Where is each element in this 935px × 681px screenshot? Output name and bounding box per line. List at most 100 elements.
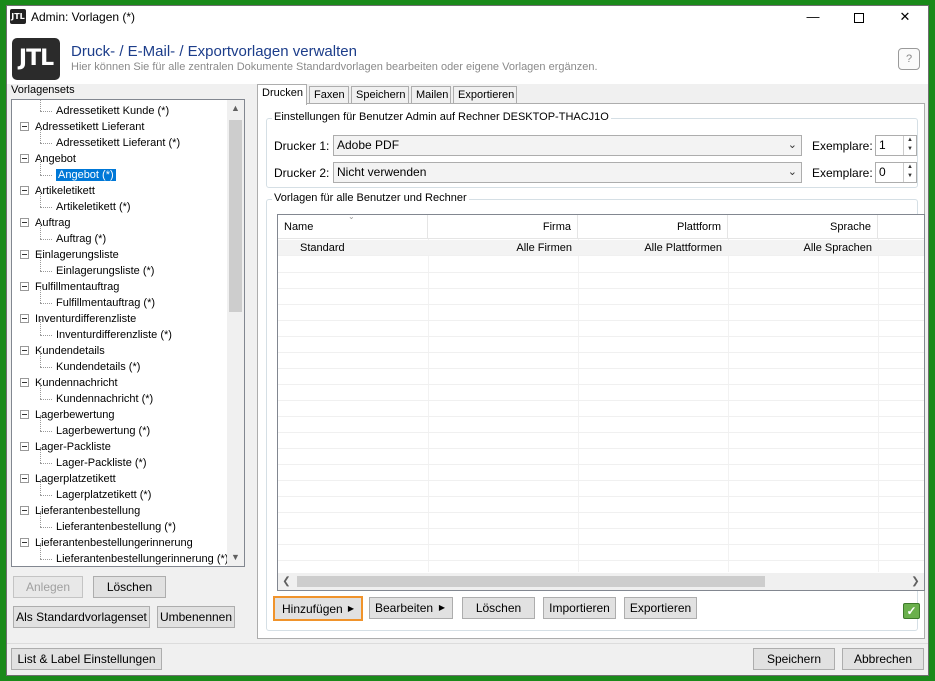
scroll-right-icon[interactable]: ❯	[907, 573, 924, 590]
tree-leaf[interactable]: Inventurdifferenzliste (*)	[40, 327, 172, 343]
tree-item-label: Lagerbewertung (*)	[56, 425, 151, 437]
tab-drucken[interactable]: Drucken	[257, 84, 307, 105]
add-template-button[interactable]: Hinzufügen ▶	[273, 596, 363, 621]
spin-arrows-icon[interactable]: ▲ ▼	[903, 136, 916, 155]
tree-leaf[interactable]: Lager-Packliste (*)	[40, 455, 146, 471]
printer2-select[interactable]: Nicht verwenden ⌄	[333, 162, 802, 183]
collapse-icon[interactable]	[20, 282, 29, 291]
printer-settings-group: Einstellungen für Benutzer Admin auf Rec…	[266, 111, 918, 188]
tree-item-label: Lieferantenbestellung	[35, 505, 141, 517]
tree-item-label: Artikeletikett	[35, 185, 95, 197]
scroll-thumb[interactable]	[229, 120, 242, 312]
tree-leaf[interactable]: Adressetikett Kunde (*)	[40, 103, 169, 119]
template-sets-tree[interactable]: Adressetikett Kunde (*) Adressetikett Lie…	[11, 99, 245, 567]
collapse-icon[interactable]	[20, 314, 29, 323]
tree-connector	[40, 142, 52, 144]
admin-window: JTL Admin: Vorlagen (*) — ✕ JTL Druck- /…	[6, 5, 929, 676]
tree-node[interactable]: Kundendetails	[20, 343, 105, 359]
tree-node[interactable]: Lieferantenbestellung	[20, 503, 140, 519]
tree-node[interactable]: Lagerbewertung	[20, 407, 115, 423]
edit-template-button[interactable]: Bearbeiten ▶	[369, 597, 453, 619]
tree-leaf[interactable]: Lieferantenbestellungerinnerung (*)	[40, 551, 227, 566]
tree-node[interactable]: Inventurdifferenzliste	[20, 311, 136, 327]
scroll-down-icon[interactable]: ▼	[227, 549, 244, 566]
tree-connector	[40, 430, 52, 432]
templates-table[interactable]: Name ⌄ Firma Plattform Sprache Standard …	[277, 214, 925, 591]
tree-leaf[interactable]: Lieferantenbestellung (*)	[40, 519, 176, 535]
collapse-icon[interactable]	[20, 506, 29, 515]
tree-node[interactable]: Fulfillmentauftrag	[20, 279, 119, 295]
rename-button[interactable]: Umbenennen	[157, 606, 235, 628]
templates-group-label: Vorlagen für alle Benutzer und Rechner	[272, 192, 469, 204]
close-button[interactable]: ✕	[882, 6, 928, 28]
tab-exportieren[interactable]: Exportieren	[453, 86, 517, 104]
printer2-label: Drucker 2:	[274, 166, 330, 180]
copies1-stepper[interactable]: 1 ▲ ▼	[875, 135, 917, 156]
tree-connector	[40, 319, 41, 335]
empty-row	[278, 497, 924, 513]
tree-node[interactable]: Artikeletikett	[20, 183, 95, 199]
tree-node[interactable]: Kundennachricht	[20, 375, 118, 391]
copies2-stepper[interactable]: 0 ▲ ▼	[875, 162, 917, 183]
anlegen-button[interactable]: Anlegen	[13, 576, 83, 598]
tree-leaf[interactable]: Angebot (*)	[40, 167, 116, 183]
collapse-icon[interactable]	[20, 474, 29, 483]
tree-node[interactable]: Auftrag	[20, 215, 70, 231]
column-header-sprache[interactable]: Sprache	[728, 215, 878, 239]
set-default-button[interactable]: Als Standardvorlagenset	[13, 606, 150, 628]
tree-connector	[40, 543, 41, 559]
tab-speichern[interactable]: Speichern	[351, 86, 409, 104]
minimize-button[interactable]: —	[790, 6, 836, 28]
tree-leaf[interactable]: Fulfillmentauftrag (*)	[40, 295, 155, 311]
tree-node[interactable]: Einlagerungsliste	[20, 247, 119, 263]
scroll-up-icon[interactable]: ▲	[227, 100, 244, 117]
scroll-left-icon[interactable]: ❮	[278, 573, 295, 590]
collapse-icon[interactable]	[20, 122, 29, 131]
tree-connector	[40, 415, 41, 431]
hscroll-thumb[interactable]	[297, 576, 765, 587]
export-button[interactable]: Exportieren	[624, 597, 697, 619]
tree-node[interactable]: Adressetikett Lieferant	[20, 119, 144, 135]
tab-mailen[interactable]: Mailen	[411, 86, 451, 104]
printer1-select[interactable]: Adobe PDF ⌄	[333, 135, 802, 156]
column-header-plattform[interactable]: Plattform	[578, 215, 728, 239]
collapse-icon[interactable]	[20, 250, 29, 259]
delete-template-button[interactable]: Löschen	[462, 597, 535, 619]
tree-leaf[interactable]: Lagerbewertung (*)	[40, 423, 150, 439]
cancel-button[interactable]: Abbrechen	[842, 648, 924, 670]
save-button[interactable]: Speichern	[753, 648, 835, 670]
table-hscrollbar[interactable]: ❮ ❯	[278, 573, 924, 590]
tree-leaf[interactable]: Adressetikett Lieferant (*)	[40, 135, 180, 151]
collapse-icon[interactable]	[20, 218, 29, 227]
collapse-icon[interactable]	[20, 154, 29, 163]
collapse-icon[interactable]	[20, 346, 29, 355]
help-icon[interactable]: ?	[898, 48, 920, 70]
delete-set-button[interactable]: Löschen	[93, 576, 166, 598]
tree-connector	[40, 479, 41, 495]
tree-scrollbar[interactable]: ▲ ▼	[227, 100, 244, 566]
tree-leaf[interactable]: Einlagerungsliste (*)	[40, 263, 154, 279]
tree-leaf[interactable]: Auftrag (*)	[40, 231, 106, 247]
maximize-button[interactable]	[836, 6, 882, 28]
tree-node[interactable]: Lagerplatzetikett	[20, 471, 116, 487]
maximize-icon	[854, 12, 864, 23]
import-button[interactable]: Importieren	[543, 597, 616, 619]
collapse-icon[interactable]	[20, 186, 29, 195]
table-row[interactable]: Standard Alle Firmen Alle Plattformen Al…	[278, 240, 924, 256]
tree-leaf[interactable]: Artikeletikett (*)	[40, 199, 131, 215]
tab-faxen[interactable]: Faxen	[309, 86, 349, 104]
collapse-icon[interactable]	[20, 410, 29, 419]
tree-leaf[interactable]: Kundendetails (*)	[40, 359, 140, 375]
column-header-firma[interactable]: Firma	[428, 215, 578, 239]
tree-node[interactable]: Lieferantenbestellungerinnerung	[20, 535, 193, 551]
collapse-icon[interactable]	[20, 442, 29, 451]
spin-arrows-icon[interactable]: ▲ ▼	[903, 163, 916, 182]
tree-node[interactable]: Lager-Packliste	[20, 439, 111, 455]
list-label-settings-button[interactable]: List & Label Einstellungen	[11, 648, 162, 670]
tree-node[interactable]: Angebot	[20, 151, 76, 167]
tree-item-label: Lagerplatzetikett (*)	[56, 489, 152, 501]
collapse-icon[interactable]	[20, 538, 29, 547]
tree-leaf[interactable]: Kundennachricht (*)	[40, 391, 153, 407]
collapse-icon[interactable]	[20, 378, 29, 387]
tree-leaf[interactable]: Lagerplatzetikett (*)	[40, 487, 151, 503]
